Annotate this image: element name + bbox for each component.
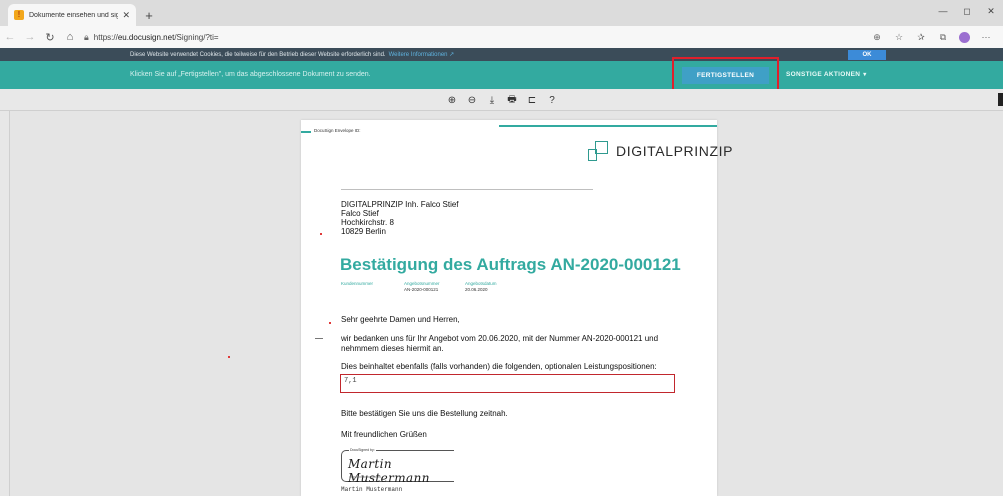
cookie-more-info-link[interactable]: Weitere Informationen ↗: [389, 51, 455, 58]
sidebar-toggle-handle[interactable]: [998, 93, 1003, 106]
favorites-list-icon[interactable]: ✰: [910, 27, 932, 47]
confirm-text: Bitte bestätigen Sie uns die Bestellung …: [341, 409, 508, 418]
zoom-in-icon[interactable]: ⊕: [444, 92, 460, 108]
tab-close-icon[interactable]: ✕: [122, 10, 130, 21]
body-text: wir bedanken uns für Ihr Angebot vom 20.…: [341, 334, 659, 353]
signature-id: XXXXXXXXXXXXXXXX: [349, 475, 382, 479]
browser-tab[interactable]: ! Dokumente einsehen und signie ✕: [8, 4, 136, 26]
stray-marker: [329, 322, 331, 324]
cookie-ok-button[interactable]: OK: [848, 50, 886, 60]
logo-text: DIGITALPRINZIP: [616, 143, 734, 159]
close-window-button[interactable]: ✕: [979, 0, 1003, 22]
home-icon[interactable]: ⌂: [60, 27, 80, 47]
download-icon[interactable]: ⤓: [484, 92, 500, 108]
meta-value: 20.06.2020: [465, 287, 488, 292]
url-path: /Signing/?ti=: [174, 32, 219, 42]
docusign-favicon-icon: !: [14, 10, 24, 20]
logo-mark-icon: [588, 140, 610, 162]
stray-marker: [228, 356, 230, 358]
regards-text: Mit freundlichen Grüßen: [341, 430, 427, 439]
browser-tab-bar: ! Dokumente einsehen und signie ✕ + — ◻ …: [0, 0, 1003, 26]
address-line: DIGITALPRINZIP Inh. Falco Stief: [341, 200, 459, 209]
header-divider: [341, 189, 593, 190]
signer-printed-name: Martin Mustermann: [341, 486, 403, 493]
finish-instruction-text: Klicken Sie auf „Fertigstellen", um das …: [130, 71, 371, 78]
window-controls: — ◻ ✕: [931, 0, 1003, 22]
minimize-button[interactable]: —: [931, 0, 955, 22]
favorite-star-icon[interactable]: ☆: [888, 27, 910, 47]
collections-icon[interactable]: ⧉: [932, 27, 954, 47]
meta-label: Kundennummer: [341, 281, 374, 286]
forward-icon[interactable]: →: [20, 27, 40, 47]
envelope-id-label: DocuSign Envelope ID:: [314, 128, 361, 133]
address-line: 10829 Berlin: [341, 227, 386, 236]
document-page[interactable]: DocuSign Envelope ID: DIGITALPRINZIP DIG…: [301, 120, 732, 496]
signature-label: DocuSigned by:: [349, 448, 376, 452]
meta-customer-number: Kundennummer: [341, 281, 373, 287]
address-line: Hochkirchstr. 8: [341, 218, 394, 227]
back-icon[interactable]: ←: [0, 27, 20, 47]
reload-icon[interactable]: ↻: [40, 27, 60, 47]
meta-offer-number: Angebotsnummer AN-2020-000121: [404, 281, 440, 293]
maximize-button[interactable]: ◻: [955, 0, 979, 22]
new-tab-button[interactable]: +: [140, 4, 158, 26]
digitalprinzip-logo: DIGITALPRINZIP: [588, 140, 733, 162]
more-menu-icon[interactable]: ⋯: [975, 27, 997, 47]
signature-block: DocuSigned by: Martin Mustermann XXXXXXX…: [341, 448, 454, 485]
profile-avatar-icon[interactable]: [959, 31, 970, 43]
document-title: Bestätigung des Auftrags AN-2020-000121: [340, 255, 681, 274]
url-field[interactable]: 🔒︎ https:// eu.docusign.net /Signing/?ti…: [84, 28, 866, 46]
comment-icon[interactable]: ⊏: [524, 92, 540, 108]
help-icon[interactable]: ?: [544, 92, 560, 108]
meta-value: AN-2020-000121: [404, 287, 439, 292]
optional-positions-text: Dies beinhaltet ebenfalls (falls vorhand…: [341, 362, 657, 371]
cookie-notice-text: Diese Website verwendet Cookies, die tei…: [130, 51, 386, 58]
margin-tick: [315, 338, 323, 339]
chevron-down-icon: ▾: [863, 72, 867, 78]
url-prefix: https://: [93, 32, 118, 42]
stray-marker: [320, 233, 322, 235]
recipient-address: DIGITALPRINZIP Inh. Falco Stief Falco St…: [341, 200, 459, 236]
extension-icon[interactable]: ⊕: [866, 27, 888, 47]
url-host: eu.docusign.net: [117, 32, 175, 42]
zoom-out-icon[interactable]: ⊖: [464, 92, 480, 108]
signature-script: Martin Mustermann: [348, 457, 430, 485]
address-line: Falco Stief: [341, 209, 379, 218]
print-icon[interactable]: 🖶: [504, 92, 520, 108]
document-tools: ⊕ ⊖ ⤓ 🖶 ⊏ ?: [444, 92, 560, 108]
envelope-rule-left: [301, 131, 311, 133]
optional-positions-field[interactable]: 7,1: [340, 374, 675, 393]
other-actions-menu[interactable]: SONSTIGE AKTIONEN ▾: [786, 71, 867, 78]
other-actions-label: SONSTIGE AKTIONEN: [786, 71, 861, 78]
address-bar: ← → ↻ ⌂ 🔒︎ https:// eu.docusign.net /Sig…: [0, 26, 1003, 48]
greeting-text: Sehr geehrte Damen und Herren,: [341, 315, 460, 324]
tab-title: Dokumente einsehen und signie: [29, 11, 119, 19]
envelope-rule-right: [499, 125, 717, 127]
meta-offer-date: Angebotsdatum 20.06.2020: [465, 281, 497, 293]
document-toolbar: ⊕ ⊖ ⤓ 🖶 ⊏ ?: [0, 89, 1003, 111]
lock-icon[interactable]: 🔒︎: [84, 32, 89, 43]
browser-toolbar-icons: ⊕ ☆ ✰ ⧉ ⋯: [866, 27, 1003, 47]
